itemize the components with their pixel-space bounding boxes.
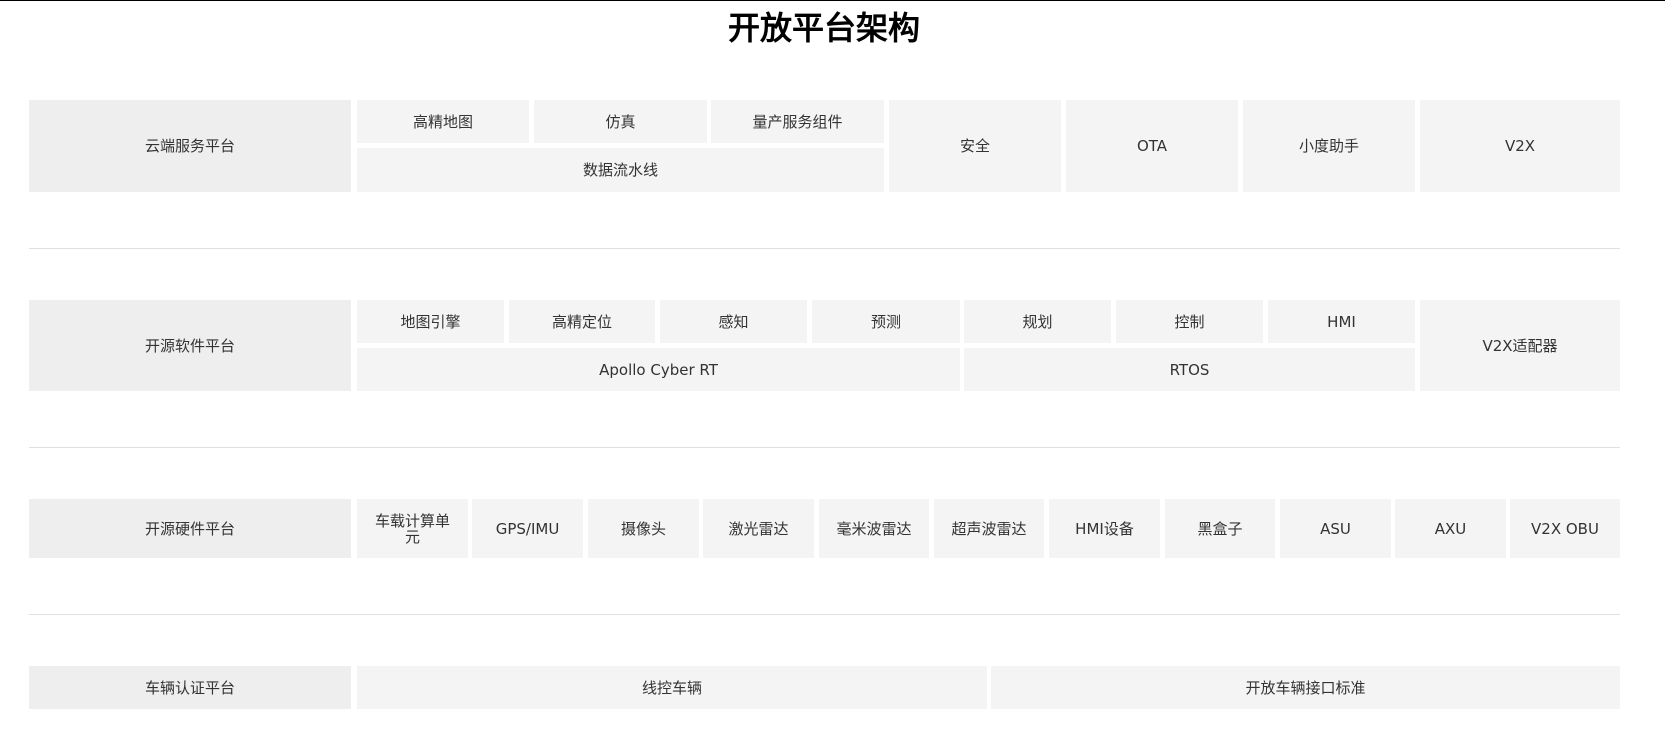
section-divider xyxy=(29,614,1620,615)
software-rtos: RTOS xyxy=(964,348,1415,391)
hardware-item-camera: 摄像头 xyxy=(588,499,699,558)
software-prediction: 预测 xyxy=(812,300,960,343)
software-control: 控制 xyxy=(1116,300,1263,343)
cloud-platform-label: 云端服务平台 xyxy=(29,100,351,192)
software-cyber-rt: Apollo Cyber RT xyxy=(357,348,960,391)
hardware-item-onboard-computer: 车载计算单元 xyxy=(357,499,468,558)
vehicle-drive-by-wire: 线控车辆 xyxy=(357,666,987,709)
hardware-item-ultrasonic-radar: 超声波雷达 xyxy=(934,499,1044,558)
page-title: 开放平台架构 xyxy=(727,9,920,47)
vehicle-platform-label: 车辆认证平台 xyxy=(29,666,351,709)
software-localization: 高精定位 xyxy=(509,300,655,343)
software-v2x-adapter: V2X适配器 xyxy=(1420,300,1620,391)
software-map-engine: 地图引擎 xyxy=(357,300,504,343)
cloud-ota: OTA xyxy=(1066,100,1238,192)
cloud-security: 安全 xyxy=(889,100,1061,192)
hardware-item-axu: AXU xyxy=(1395,499,1506,558)
cloud-xiaodu-assistant: 小度助手 xyxy=(1243,100,1415,192)
hardware-item-gps-imu: GPS/IMU xyxy=(472,499,583,558)
hardware-item-lidar: 激光雷达 xyxy=(703,499,814,558)
hardware-item-mmwave-radar: 毫米波雷达 xyxy=(819,499,929,558)
software-hmi: HMI xyxy=(1268,300,1415,343)
section-divider xyxy=(29,248,1620,249)
hardware-item-black-box: 黑盒子 xyxy=(1165,499,1275,558)
cloud-data-pipeline: 数据流水线 xyxy=(357,148,884,192)
cloud-hd-map: 高精地图 xyxy=(357,100,529,143)
cloud-simulation: 仿真 xyxy=(534,100,707,143)
hardware-item-v2x-obu: V2X OBU xyxy=(1510,499,1620,558)
software-platform-label: 开源软件平台 xyxy=(29,300,351,391)
software-planning: 规划 xyxy=(964,300,1111,343)
hardware-item-hmi-device: HMI设备 xyxy=(1049,499,1160,558)
cloud-v2x: V2X xyxy=(1420,100,1620,192)
section-divider xyxy=(29,447,1620,448)
vehicle-open-interface-standard: 开放车辆接口标准 xyxy=(991,666,1620,709)
cloud-mass-production: 量产服务组件 xyxy=(711,100,884,143)
hardware-item-asu: ASU xyxy=(1280,499,1391,558)
software-perception: 感知 xyxy=(660,300,807,343)
hardware-platform-label: 开源硬件平台 xyxy=(29,499,351,558)
top-border xyxy=(0,0,1665,1)
